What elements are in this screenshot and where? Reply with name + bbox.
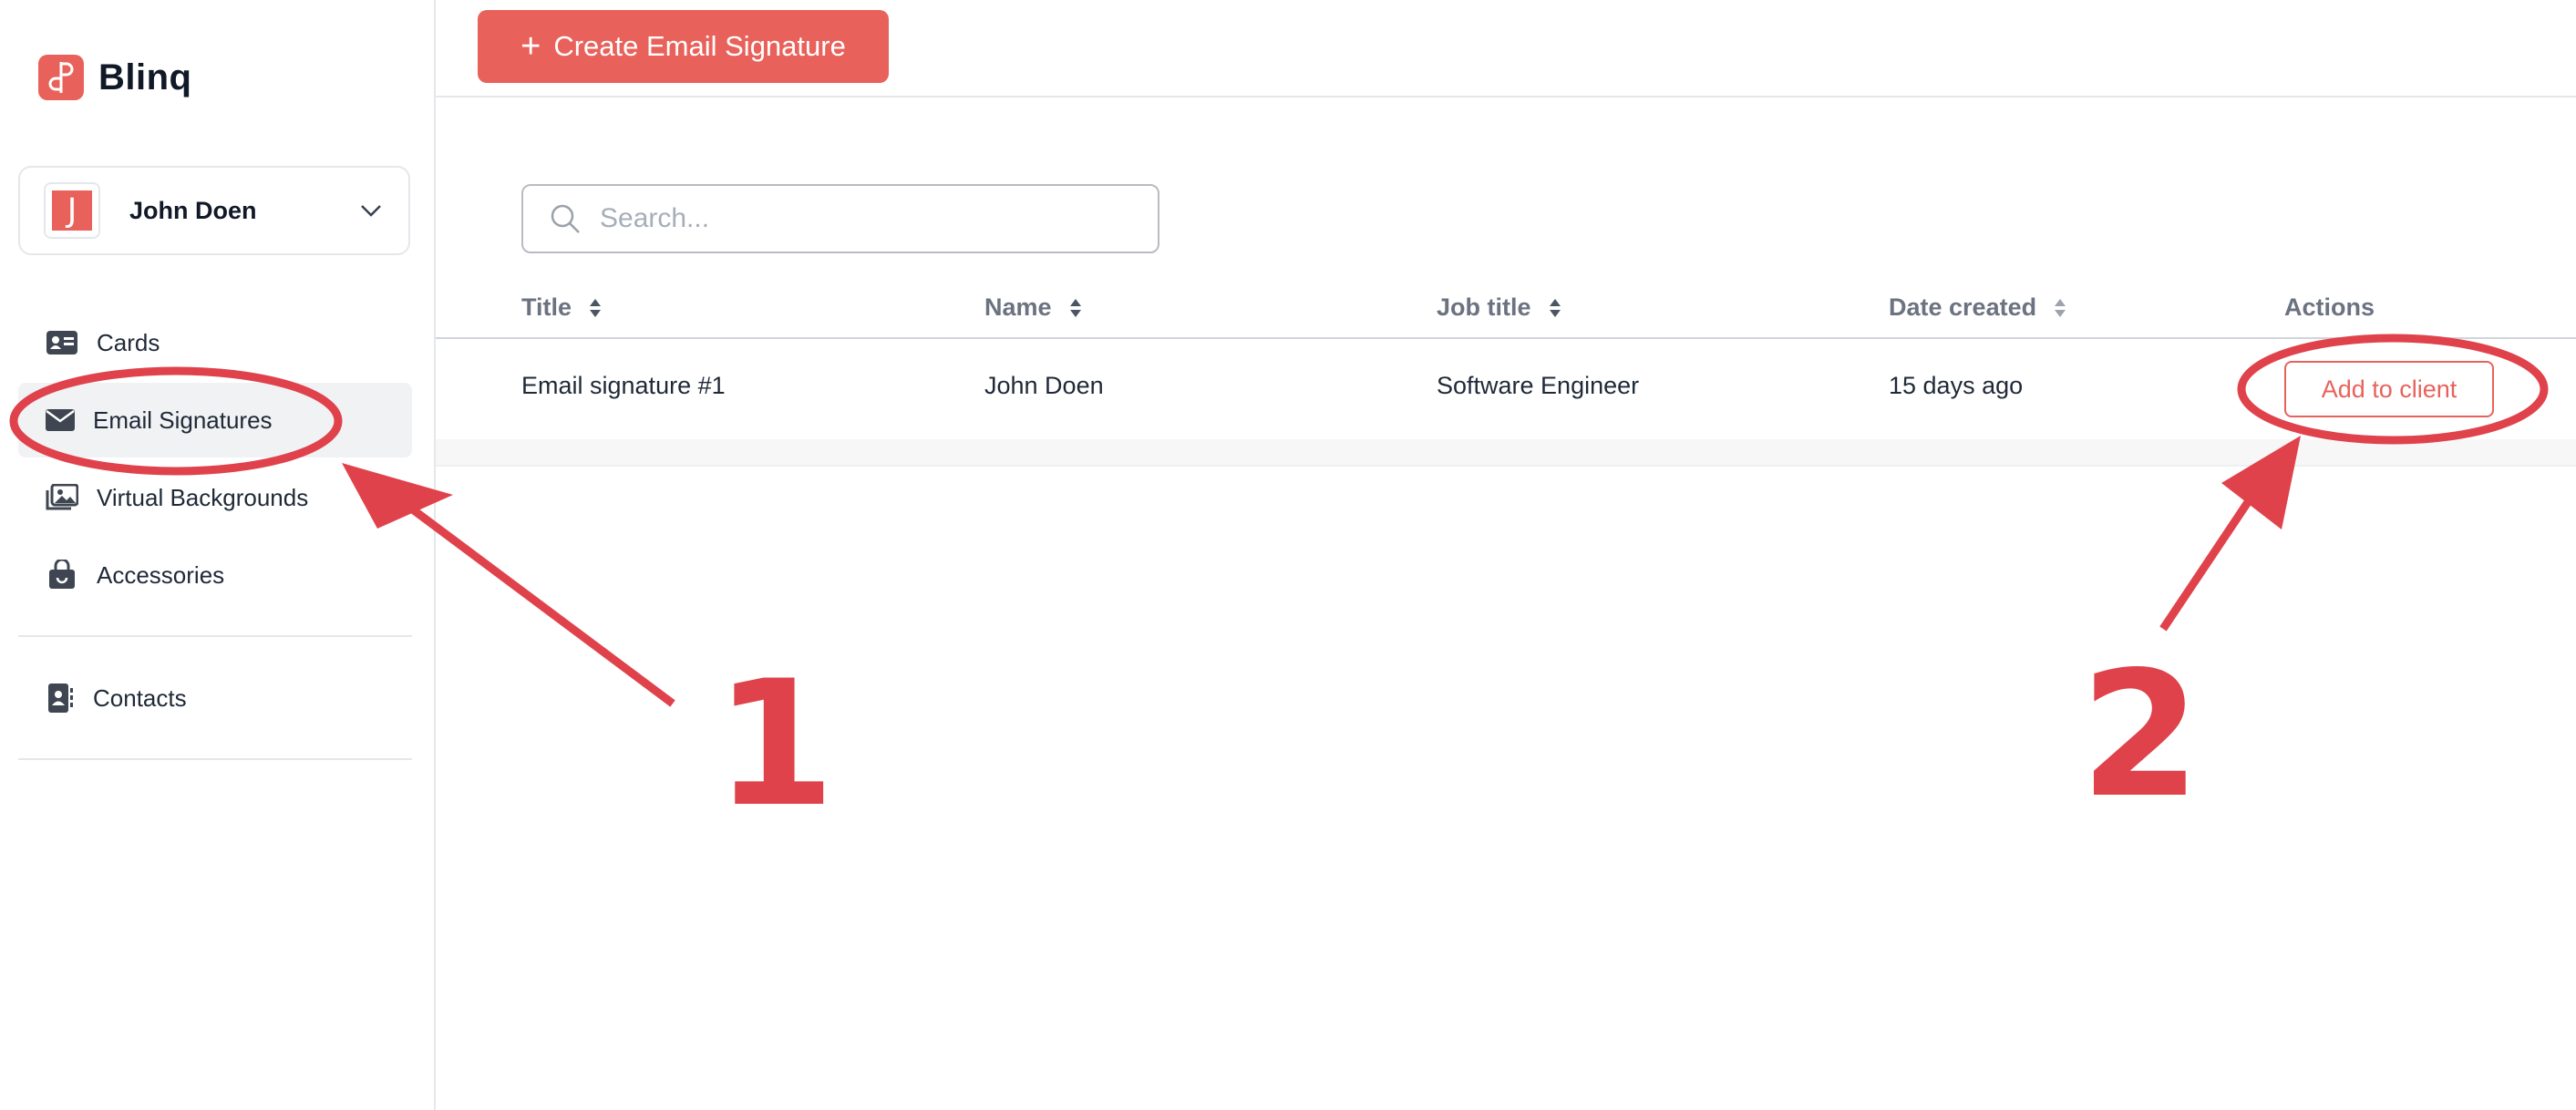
sidebar-item-email-signatures[interactable]: Email Signatures [18,383,412,457]
search-icon [551,204,580,233]
step-number-1: 1 [715,643,836,845]
sidebar-item-label: Accessories [97,560,225,589]
sort-icon [1069,298,1081,317]
cell-name: John Doen [984,372,1104,399]
column-header-job-title[interactable]: Job title [1437,293,1562,322]
step-number-2: 2 [2080,634,2201,836]
logo-text: Blinq [98,57,192,98]
column-header-name[interactable]: Name [984,293,1083,322]
column-header-label: Title [521,293,572,321]
sidebar-item-accessories[interactable]: Accessories [18,538,412,612]
sidebar-divider [18,635,412,637]
plus-icon: + [520,27,541,66]
cell-title: Email signature #1 [521,372,726,399]
column-header-title[interactable]: Title [521,293,603,322]
shopping-bag-icon [44,557,80,593]
chevron-down-icon [361,205,381,217]
sidebar-item-label: Contacts [93,683,187,712]
address-book-icon [42,680,78,716]
sidebar-item-virtual-backgrounds[interactable]: Virtual Backgrounds [18,460,412,535]
column-header-label: Job title [1437,293,1531,321]
sort-icon [590,298,602,317]
add-to-client-button[interactable]: Add to client [2284,361,2494,417]
sidebar-item-cards[interactable]: Cards [18,305,412,380]
user-name: John Doen [129,196,257,224]
sort-icon [2055,298,2066,317]
column-header-date-created[interactable]: Date created [1889,293,2067,322]
column-header-label: Actions [2284,293,2375,321]
id-card-icon [44,324,80,361]
column-header-actions: Actions [2284,293,2375,322]
logo[interactable]: Blinq [38,55,191,100]
sidebar-item-label: Virtual Backgrounds [97,483,309,511]
arrow-2-shaft [2159,494,2255,632]
envelope-icon [42,402,78,438]
blinq-logo-icon [38,55,84,100]
sidebar: Blinq J John Doen Cards Email Signatures… [0,0,436,1110]
sort-icon [1549,298,1561,317]
images-icon [44,479,80,516]
avatar-initial: J [52,190,92,231]
table-header-divider [436,337,2576,339]
search-input[interactable] [598,202,1112,235]
arrow-1-shaft [407,504,675,707]
table-footer [436,439,2576,467]
sidebar-item-contacts[interactable]: Contacts [18,661,412,735]
cell-job-title: Software Engineer [1437,372,1640,399]
column-header-label: Date created [1889,293,2037,321]
create-email-signature-button[interactable]: + Create Email Signature [478,10,889,83]
avatar: J [44,182,100,239]
search-box[interactable] [521,184,1159,253]
column-header-label: Name [984,293,1052,321]
create-button-label: Create Email Signature [553,30,846,62]
account-switcher[interactable]: J John Doen [18,166,410,255]
sidebar-divider [18,758,412,760]
sidebar-item-label: Email Signatures [93,406,273,434]
sidebar-item-label: Cards [97,328,160,356]
cell-date-created: 15 days ago [1889,372,2024,399]
